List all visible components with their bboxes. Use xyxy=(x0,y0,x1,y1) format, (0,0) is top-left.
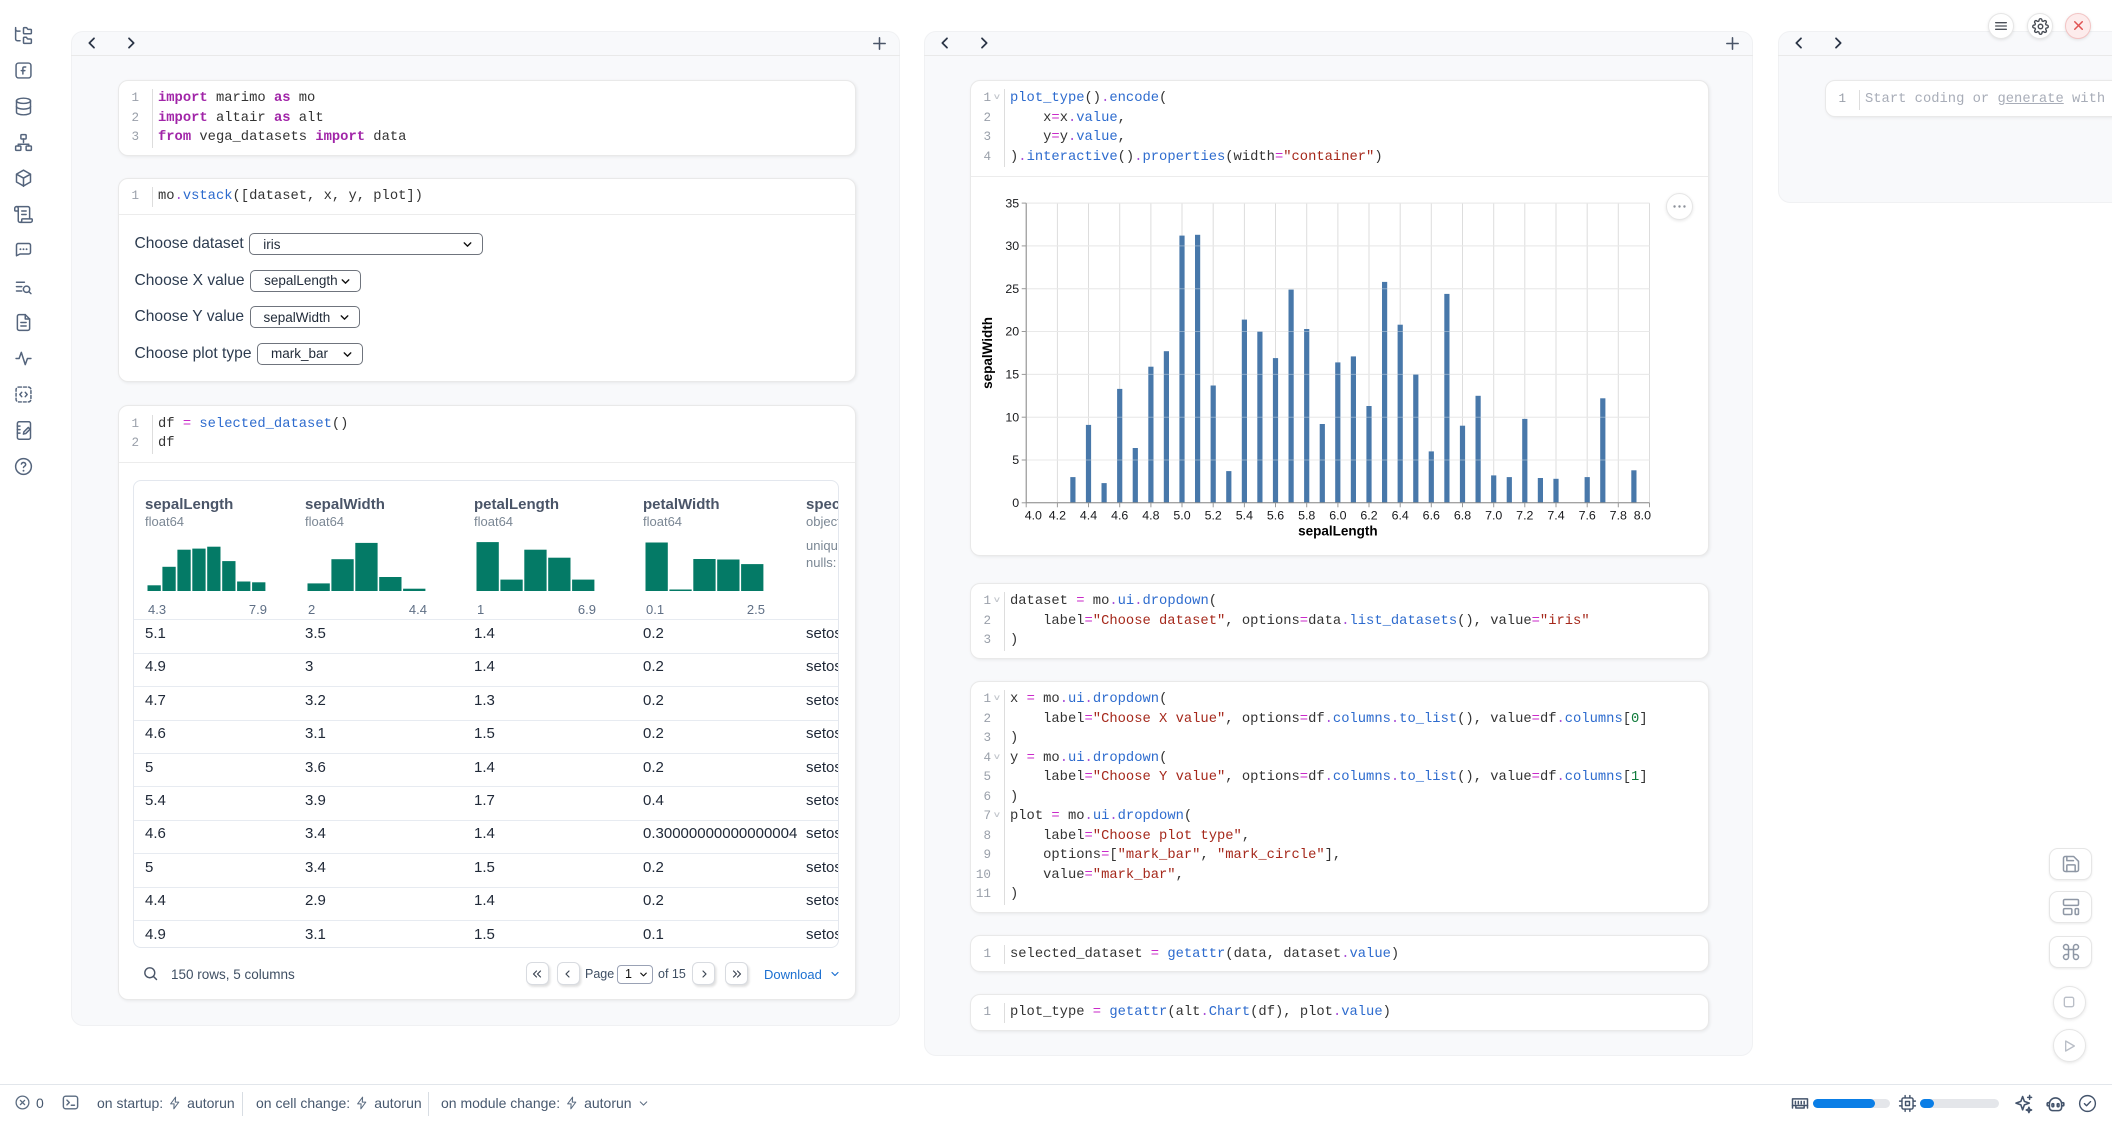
svg-text:7.2: 7.2 xyxy=(1516,508,1533,522)
svg-text:sepalLength: sepalLength xyxy=(1298,523,1378,538)
svg-text:5.2: 5.2 xyxy=(1205,508,1222,522)
svg-text:6.8: 6.8 xyxy=(1454,508,1471,522)
svg-text:15: 15 xyxy=(1005,368,1019,382)
svg-text:6.4: 6.4 xyxy=(1392,508,1409,522)
svg-text:6.0: 6.0 xyxy=(1329,508,1346,522)
svg-text:sepalWidth: sepalWidth xyxy=(980,317,995,389)
svg-text:5.0: 5.0 xyxy=(1173,508,1190,522)
svg-text:7.4: 7.4 xyxy=(1547,508,1564,522)
svg-text:25: 25 xyxy=(1005,282,1019,296)
svg-text:8.0: 8.0 xyxy=(1634,508,1651,522)
svg-text:5.8: 5.8 xyxy=(1298,508,1315,522)
svg-text:6.6: 6.6 xyxy=(1423,508,1440,522)
svg-text:10: 10 xyxy=(1005,410,1019,424)
svg-text:6.2: 6.2 xyxy=(1360,508,1377,522)
svg-text:30: 30 xyxy=(1005,239,1019,253)
svg-text:4.2: 4.2 xyxy=(1049,508,1066,522)
svg-text:5: 5 xyxy=(1012,453,1019,467)
svg-text:5.4: 5.4 xyxy=(1236,508,1253,522)
svg-text:35: 35 xyxy=(1005,196,1019,210)
svg-text:4.0: 4.0 xyxy=(1025,508,1042,522)
svg-text:7.6: 7.6 xyxy=(1579,508,1596,522)
svg-text:4.6: 4.6 xyxy=(1111,508,1128,522)
svg-text:20: 20 xyxy=(1005,325,1019,339)
svg-text:5.6: 5.6 xyxy=(1267,508,1284,522)
svg-text:4.4: 4.4 xyxy=(1080,508,1097,522)
svg-text:7.8: 7.8 xyxy=(1610,508,1627,522)
svg-text:4.8: 4.8 xyxy=(1142,508,1159,522)
svg-text:7.0: 7.0 xyxy=(1485,508,1502,522)
svg-text:0: 0 xyxy=(1012,496,1019,510)
